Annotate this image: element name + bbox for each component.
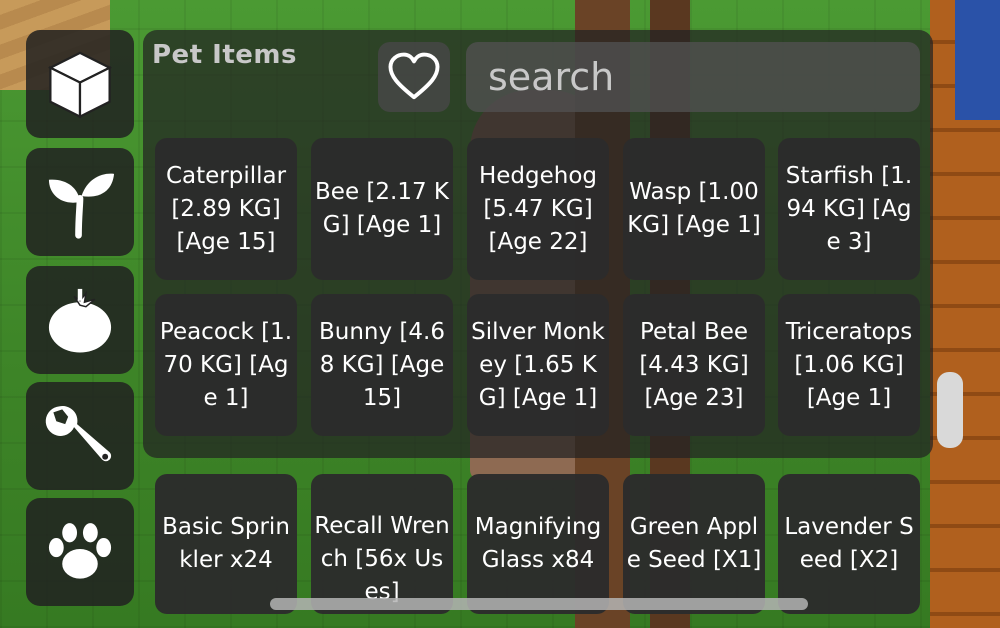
item-label: Bee [2.17 KG] [Age 1] (315, 179, 449, 238)
sidebar-item-gear[interactable] (26, 382, 134, 490)
panel-title: Pet Items (152, 40, 297, 70)
item-tile[interactable]: Recall Wrench [56x Uses] (311, 474, 453, 614)
sidebar-item-cube[interactable] (26, 30, 134, 138)
item-label: Caterpillar [2.89 KG] [Age 15] (165, 162, 287, 255)
item-tile[interactable]: Silver Monkey [1.65 KG] [Age 1] (467, 294, 609, 436)
item-tile[interactable]: Bee [2.17 KG] [Age 1] (311, 138, 453, 280)
search-input[interactable] (486, 54, 920, 100)
item-label: Wasp [1.00 KG] [Age 1] (627, 179, 761, 238)
item-tile[interactable]: Green Apple Seed [X1] (623, 474, 765, 614)
item-label: Magnifying Glass x84 (474, 514, 602, 573)
horizontal-scrollbar[interactable] (270, 598, 808, 610)
item-label: Petal Bee [4.43 KG] [Age 23] (639, 318, 749, 411)
tomato-icon (48, 288, 112, 353)
item-tile[interactable]: Starfish [1.94 KG] [Age 3] (778, 138, 920, 280)
heart-icon (388, 52, 440, 100)
search-box[interactable] (466, 42, 920, 112)
sidebar-item-seeds[interactable] (26, 148, 134, 256)
item-label: Lavender Seed [X2] (784, 514, 914, 573)
item-label: Starfish [1.94 KG] [Age 3] (785, 162, 913, 255)
item-tile[interactable]: Caterpillar [2.89 KG] [Age 15] (155, 138, 297, 280)
sprout-icon (48, 173, 115, 239)
item-tile[interactable]: Basic Sprinkler x24 (155, 474, 297, 614)
favorites-button[interactable] (378, 42, 450, 112)
item-label: Triceratops [1.06 KG] [Age 1] (785, 318, 913, 411)
item-tile[interactable]: Lavender Seed [X2] (778, 474, 920, 614)
item-tile[interactable]: Magnifying Glass x84 (467, 474, 609, 614)
item-tile[interactable]: Hedgehog [5.47 KG] [Age 22] (467, 138, 609, 280)
item-label: Basic Sprinkler x24 (162, 514, 290, 573)
cube-icon (47, 51, 113, 119)
item-label: Recall Wrench [56x Uses] (314, 512, 450, 605)
item-tile[interactable]: Triceratops [1.06 KG] [Age 1] (778, 294, 920, 436)
paw-icon (48, 523, 112, 579)
item-tile[interactable]: Wasp [1.00 KG] [Age 1] (623, 138, 765, 280)
item-label: Bunny [4.68 KG] [Age 15] (319, 318, 445, 411)
item-tile[interactable]: Peacock [1.70 KG] [Age 1] (155, 294, 297, 436)
sidebar-item-produce[interactable] (26, 266, 134, 374)
item-label: Green Apple Seed [X1] (626, 514, 762, 573)
item-label: Hedgehog [5.47 KG] [Age 22] (478, 162, 598, 255)
item-label: Silver Monkey [1.65 KG] [Age 1] (471, 318, 605, 411)
wrench-icon (45, 406, 112, 462)
sidebar-item-pets[interactable] (26, 498, 134, 606)
item-tile[interactable]: Bunny [4.68 KG] [Age 15] (311, 294, 453, 436)
item-tile[interactable]: Petal Bee [4.43 KG] [Age 23] (623, 294, 765, 436)
blue-block (955, 0, 1000, 120)
vertical-scrollbar[interactable] (937, 372, 963, 448)
item-label: Peacock [1.70 KG] [Age 1] (159, 318, 293, 411)
